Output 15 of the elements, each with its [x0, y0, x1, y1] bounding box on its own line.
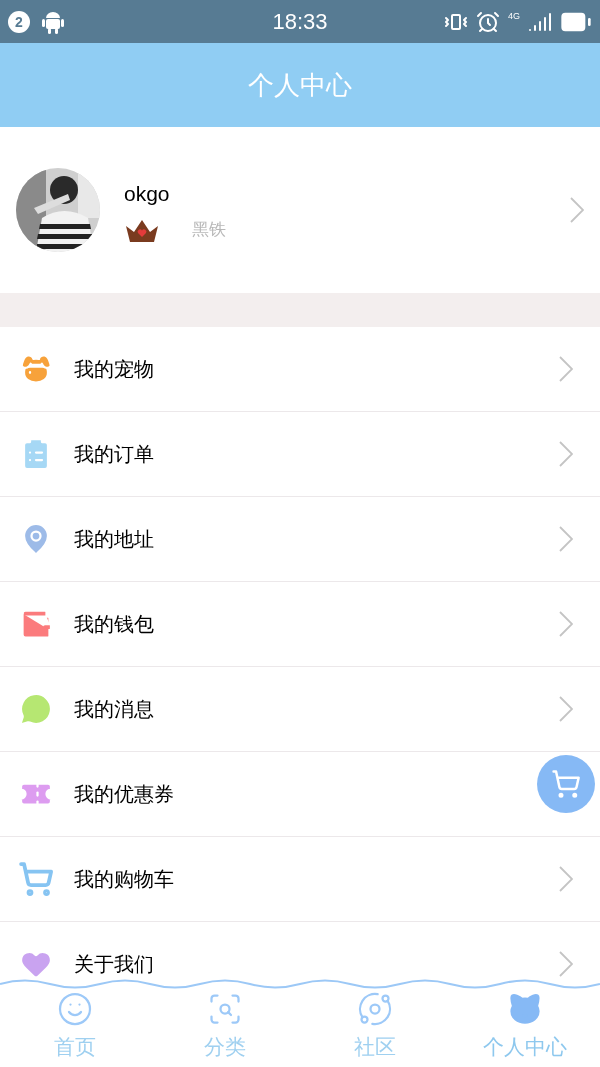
network-type: 4G [508, 9, 520, 23]
menu-label[interactable]: 我的宠物 [74, 354, 154, 384]
menu-label[interactable]: 我的优惠券 [74, 779, 174, 809]
menu-label[interactable]: 我的地址 [74, 524, 154, 554]
member-level: 黑铁 [192, 219, 226, 241]
username: okgo [124, 180, 171, 207]
menu-label[interactable]: 我的订单 [74, 439, 154, 469]
clock-time: 18:33 [271, 8, 329, 36]
menu-label[interactable]: 我的钱包 [74, 609, 154, 639]
notification-count: 2 [8, 10, 30, 33]
profile-card[interactable]: okgo 黑铁 [0, 127, 600, 293]
menu-label[interactable]: 我的消息 [74, 694, 154, 724]
menu-label[interactable]: 我的购物车 [74, 864, 174, 894]
page-title: 个人中心 [248, 68, 352, 102]
menu-label[interactable]: 关于我们 [74, 949, 154, 979]
